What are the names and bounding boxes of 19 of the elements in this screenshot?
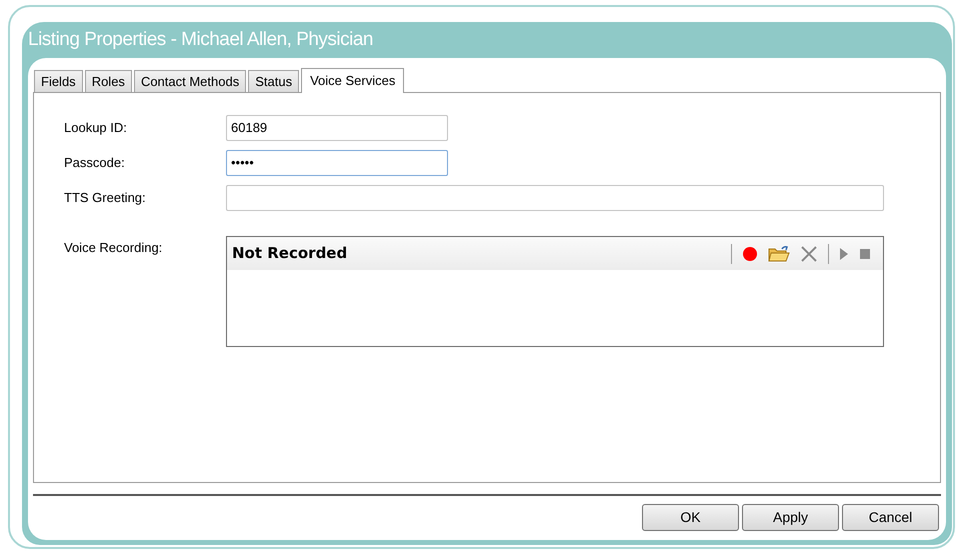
input-field[interactable]: 60189 [226,115,448,141]
dialog-button[interactable]: Apply [742,504,839,531]
tab[interactable]: Fields [34,70,83,92]
tab[interactable]: Voice Services [301,68,404,93]
dialog-button[interactable]: Cancel [842,504,939,531]
field-label: Voice Recording: [64,239,164,257]
dialog-button[interactable]: OK [642,504,739,531]
recording-status: Not Recorded [232,243,348,264]
field-label: Lookup ID: [64,119,128,138]
tab[interactable]: Contact Methods [134,70,246,92]
record-icon[interactable] [742,246,758,262]
field-label: TTS Greeting: [64,189,147,208]
window-title: Listing Properties - Michael Allen, Physician [28,28,374,52]
tab[interactable]: Roles [84,70,132,92]
input-field[interactable] [226,185,884,211]
field-label: Passcode: [64,154,126,172]
folder-icon[interactable] [768,244,790,262]
input-field[interactable]: ••••• [226,150,448,176]
tab[interactable]: Status [248,70,300,92]
